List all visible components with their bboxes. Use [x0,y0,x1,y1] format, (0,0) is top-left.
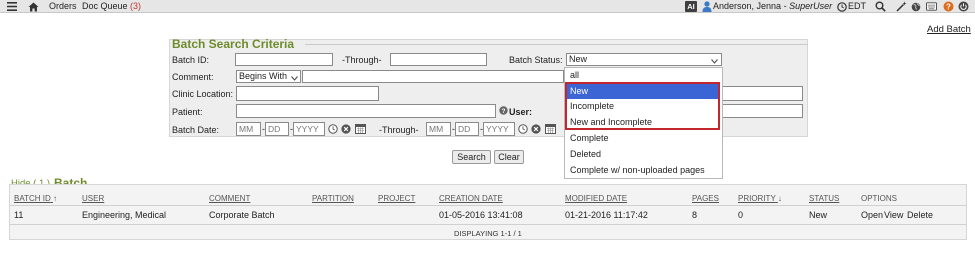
status-option-deleted[interactable]: Deleted [570,149,601,159]
col-pages[interactable]: PAGES [692,194,719,203]
cell-status: New [809,210,828,220]
clock-icon [836,1,847,12]
nav-orders[interactable]: Orders [49,1,77,11]
calendar-icon[interactable] [355,123,366,137]
date-from-month[interactable]: MM [236,122,261,136]
user-icon [701,1,712,12]
callout-highlight-box [565,82,720,130]
col-user[interactable]: USER [82,194,104,203]
col-creation-date[interactable]: CREATION DATE [439,194,503,203]
pagination-status: DISPLAYING 1-1 / 1 [454,229,522,238]
power-icon[interactable] [958,1,969,12]
svg-text:?: ? [502,108,506,115]
cell-priority: 0 [738,210,744,220]
through-label: -Through- [379,125,419,135]
col-partition[interactable]: PARTITION [312,194,354,203]
svg-text:?: ? [946,2,951,11]
batch-id-to-input[interactable] [390,53,487,66]
col-comment[interactable]: COMMENT [209,194,250,203]
col-batch-id[interactable]: BATCH ID ↑ [14,194,57,203]
row-divider [10,224,966,225]
user-name: Anderson, Jenna [713,1,782,11]
search-icon[interactable] [875,1,886,12]
add-batch-link[interactable]: Add Batch [927,24,971,35]
timezone-label: EDT [848,1,866,11]
status-option-all[interactable]: all [570,70,579,80]
user-role: SuperUser [789,1,833,11]
nav-doc-queue[interactable]: Doc Queue (3) [82,1,141,11]
chevron-down-icon [291,73,298,84]
doc-queue-count: (3) [130,1,142,11]
through-label: -Through- [342,55,382,65]
comment-operator-value: Begins With [239,71,288,81]
home-icon[interactable] [28,1,39,12]
help-icon[interactable]: ? [943,1,954,12]
cell-pages: 8 [692,210,698,220]
batch-date-label: Batch Date: [172,125,220,135]
clinic-location-extra-input[interactable] [723,86,803,101]
batch-status-value: New [569,54,588,64]
open-link[interactable]: Open [861,210,883,220]
col-status[interactable]: STATUS [809,194,839,203]
cell-modified-date: 01-21-2016 11:17:42 [565,210,648,220]
menu-icon[interactable] [6,1,17,12]
clear-date-icon[interactable] [341,124,351,137]
clear-date-icon[interactable] [531,124,541,137]
delete-link[interactable]: Delete [907,210,933,220]
col-options: OPTIONS [861,194,898,203]
status-option-complete-non-uploaded[interactable]: Complete w/ non-uploaded pages [570,165,705,175]
col-modified-date[interactable]: MODIFIED DATE [565,194,627,203]
sort-arrow-down-icon: ↓ [777,194,782,203]
search-button[interactable]: Search [452,150,491,164]
batch-status-select[interactable]: New [566,53,722,66]
date-to-day[interactable]: DD [455,122,479,136]
batch-id-from-input[interactable] [235,53,333,66]
batch-status-label: Batch Status: [509,55,563,65]
batch-id-label: Batch ID: [172,55,210,65]
clock-icon[interactable] [518,124,528,137]
view-link[interactable]: View [884,210,903,220]
patient-input[interactable] [236,104,496,118]
doc-queue-label: Doc Queue [82,1,128,11]
cell-user: Engineering, Medical [82,210,167,220]
clock-icon[interactable] [328,124,338,137]
criteria-title: Batch Search Criteria [172,37,295,51]
comment-input[interactable] [302,70,564,83]
col-priority-label: PRIORITY [738,194,776,203]
clear-button[interactable]: Clear [494,150,524,164]
sort-arrow-up-icon: ↑ [52,194,57,203]
col-priority[interactable]: PRIORITY ↓ [738,194,782,203]
col-batch-id-label: BATCH ID [14,194,51,203]
clinic-location-label: Clinic Location: [172,89,234,99]
cell-creation-date: 01-05-2016 13:41:08 [439,210,523,220]
calendar-icon[interactable] [545,123,556,137]
col-project[interactable]: PROJECT [378,194,415,203]
cell-batch-id: 11 [14,210,24,220]
date-from-day[interactable]: DD [265,122,289,136]
date-from-year[interactable]: YYYY [293,122,325,136]
globe-icon[interactable] [910,1,921,12]
user-label: User: [509,107,533,117]
keyboard-icon[interactable] [926,1,937,12]
cell-comment: Corporate Batch [209,210,275,220]
clinic-location-input[interactable] [236,86,379,101]
help-circle-icon[interactable]: ? [499,106,508,118]
user-input[interactable] [720,104,803,118]
ai-badge[interactable]: AI [685,1,697,12]
magic-wand-icon[interactable] [896,1,907,12]
date-to-year[interactable]: YYYY [483,122,515,136]
title-divider [305,44,808,45]
comment-label: Comment: [172,72,214,82]
results-divider [89,184,967,185]
status-option-complete[interactable]: Complete [570,133,609,143]
user-info[interactable]: Anderson, Jenna - SuperUser [713,1,832,11]
comment-operator-select[interactable]: Begins With [236,70,301,83]
patient-label: Patient: [172,107,203,117]
date-to-month[interactable]: MM [426,122,451,136]
user-separator: - [783,1,787,11]
chevron-down-icon [711,56,718,67]
